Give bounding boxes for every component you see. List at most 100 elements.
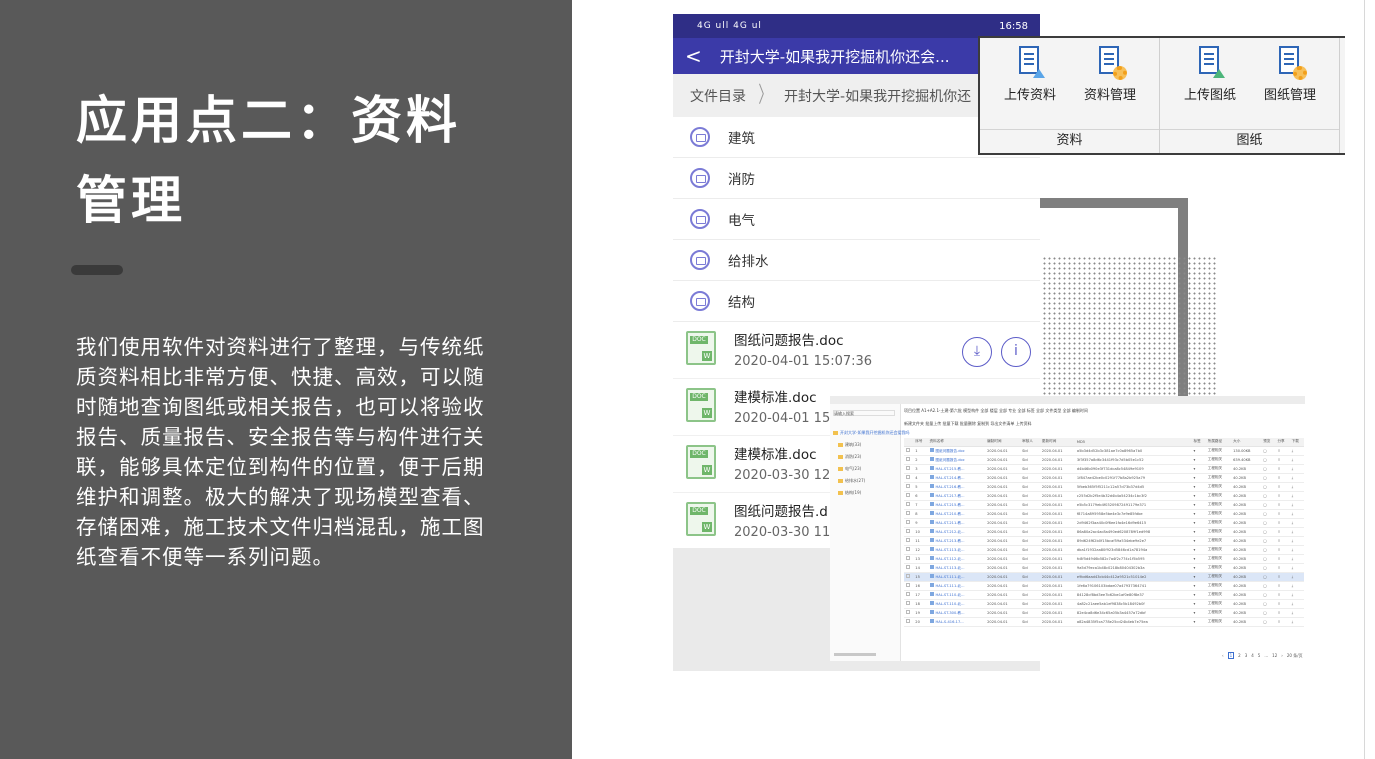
table-row[interactable]: 4 HAL-ST-214-教... 2020.04.01 Sid 2020.04.01 1… <box>904 473 1304 483</box>
tree-node[interactable]: 给排水(27) <box>838 478 865 484</box>
row-checkbox-cell[interactable] <box>904 563 914 573</box>
preview-icon[interactable]: ▢ <box>1261 563 1276 573</box>
share-icon[interactable]: ⇧ <box>1275 518 1290 528</box>
preview-icon[interactable]: ▢ <box>1261 455 1276 465</box>
action-bar[interactable]: 新建文件夹 批量上传 批量下载 批量删除 复制到 导出文件清单 上传资料 <box>904 421 1303 428</box>
share-icon[interactable]: ⇧ <box>1275 464 1290 474</box>
checkbox[interactable] <box>906 529 910 533</box>
table-row[interactable]: 7 HAL-ST-215-教... 2020.04.01 Sid 2020.04.01 e… <box>904 500 1304 510</box>
pager-item[interactable]: ‹ <box>1222 653 1224 658</box>
table-row[interactable]: 18 HAL-ST-110-北... 2020.04.01 Sid 2020.04.01… <box>904 599 1304 609</box>
preview-icon[interactable]: ▢ <box>1261 590 1276 600</box>
row-checkbox-cell[interactable] <box>904 599 914 609</box>
tree-node[interactable]: 消防(23) <box>838 454 861 460</box>
info-icon[interactable]: i <box>1001 337 1031 367</box>
table-row[interactable]: 13 HAL-ST-112-北... 2020.04.01 Sid 2020.04.01… <box>904 554 1304 564</box>
row-checkbox-cell[interactable] <box>904 518 914 528</box>
download-icon[interactable]: ⤓ <box>1289 554 1304 564</box>
download-icon[interactable]: ⤓ <box>1289 455 1304 465</box>
row-checkbox-cell[interactable] <box>904 473 914 483</box>
preview-icon[interactable]: ▢ <box>1261 509 1276 519</box>
tree-node[interactable]: 开封大学-如果我开挖掘机你还会爱我吗 <box>833 430 909 436</box>
table-row[interactable]: 14 HAL-ST-113-北... 2020.04.01 Sid 2020.04.01… <box>904 563 1304 573</box>
share-icon[interactable]: ⇧ <box>1275 608 1290 618</box>
table-row[interactable]: 12 HAL-ST-113-北... 2020.04.01 Sid 2020.04.01… <box>904 545 1304 555</box>
share-icon[interactable]: ⇧ <box>1275 491 1290 501</box>
share-icon[interactable]: ⇧ <box>1275 536 1290 546</box>
folder-item[interactable]: 电气 <box>673 199 1040 240</box>
row-checkbox-cell[interactable] <box>904 509 914 519</box>
tree-search-input[interactable]: 请输入搜索 <box>833 410 895 416</box>
share-icon[interactable]: ⇧ <box>1275 563 1290 573</box>
checkbox[interactable] <box>906 493 910 497</box>
share-icon[interactable]: ⇧ <box>1275 545 1290 555</box>
download-icon[interactable]: ⤓ <box>1289 545 1304 555</box>
table-row[interactable]: 19 HAL-ST-300-教... 2020.04.01 Sid 2020.04.01… <box>904 608 1304 618</box>
pager-item[interactable]: ... <box>1264 653 1268 658</box>
share-icon[interactable]: ⇧ <box>1275 572 1290 582</box>
folder-item[interactable]: 结构 <box>673 281 1040 322</box>
breadcrumb-root[interactable]: 文件目录 <box>690 86 746 106</box>
row-checkbox-cell[interactable] <box>904 617 914 627</box>
back-arrow-icon[interactable]: < <box>685 46 702 66</box>
table-row[interactable]: 8 HAL-ST-210-教... 2020.04.01 Sid 2020.04.01 f… <box>904 509 1304 519</box>
checkbox[interactable] <box>906 592 910 596</box>
breadcrumb-current[interactable]: 开封大学-如果我开挖掘机你还 <box>784 86 971 106</box>
pager-item[interactable]: 4 <box>1251 653 1254 658</box>
checkbox[interactable] <box>906 556 910 560</box>
checkbox[interactable] <box>906 520 910 524</box>
preview-icon[interactable]: ▢ <box>1261 500 1276 510</box>
table-row[interactable]: 5 HAL-ST-216-教... 2020.04.01 Sid 2020.04.01 5… <box>904 482 1304 492</box>
checkbox[interactable] <box>906 457 910 461</box>
table-row[interactable]: 11 HAL-ST-213-教... 2020.04.01 Sid 2020.04.01… <box>904 536 1304 546</box>
preview-icon[interactable]: ▢ <box>1261 599 1276 609</box>
preview-icon[interactable]: ▢ <box>1261 545 1276 555</box>
tree-node[interactable]: 建筑(33) <box>838 442 861 448</box>
checkbox[interactable] <box>906 547 910 551</box>
row-checkbox-cell[interactable] <box>904 572 914 582</box>
row-checkbox-cell[interactable] <box>904 491 914 501</box>
download-icon[interactable]: ⤓ <box>1289 464 1304 474</box>
checkbox[interactable] <box>906 448 910 452</box>
preview-icon[interactable]: ▢ <box>1261 572 1276 582</box>
download-icon[interactable]: ⤓ <box>1289 482 1304 492</box>
preview-icon[interactable]: ▢ <box>1261 464 1276 474</box>
share-icon[interactable]: ⇧ <box>1275 455 1290 465</box>
download-icon[interactable]: ⤓ <box>1289 581 1304 591</box>
checkbox[interactable] <box>906 511 910 515</box>
share-icon[interactable]: ⇧ <box>1275 509 1290 519</box>
folder-item[interactable]: 消防 <box>673 158 1040 199</box>
checkbox[interactable] <box>906 466 910 470</box>
download-icon[interactable]: ⤓ <box>1289 509 1304 519</box>
pager-item[interactable]: 20 条/页 <box>1287 653 1303 658</box>
horizontal-scrollbar[interactable] <box>834 653 876 656</box>
download-icon[interactable]: ⤓ <box>1289 473 1304 483</box>
table-row[interactable]: 6 HAL-ST-217-教... 2020.04.01 Sid 2020.04.01 c… <box>904 491 1304 501</box>
pager-item[interactable]: 1 <box>1227 652 1235 659</box>
row-checkbox-cell[interactable] <box>904 455 914 465</box>
table-row[interactable]: 1 图纸问题报告.doc 2020.04.01 Sid 2020.04.01 a5b3d4… <box>904 446 1304 456</box>
preview-icon[interactable]: ▢ <box>1261 482 1276 492</box>
share-icon[interactable]: ⇧ <box>1275 581 1290 591</box>
preview-icon[interactable]: ▢ <box>1261 581 1276 591</box>
pager-item[interactable]: 5 <box>1258 653 1261 658</box>
row-checkbox-cell[interactable] <box>904 590 914 600</box>
checkbox[interactable] <box>906 583 910 587</box>
checkbox[interactable] <box>906 565 910 569</box>
download-icon[interactable]: ⤓ <box>1289 599 1304 609</box>
download-icon[interactable]: ⤓ <box>1289 518 1304 528</box>
share-icon[interactable]: ⇧ <box>1275 554 1290 564</box>
row-checkbox-cell[interactable] <box>904 536 914 546</box>
download-icon[interactable]: ⤓ <box>1289 617 1304 627</box>
share-icon[interactable]: ⇧ <box>1275 527 1290 537</box>
checkbox[interactable] <box>906 610 910 614</box>
manage-drawings-button[interactable]: 图纸管理 <box>1254 46 1326 103</box>
checkbox[interactable] <box>906 484 910 488</box>
row-checkbox-cell[interactable] <box>904 608 914 618</box>
preview-icon[interactable]: ▢ <box>1261 608 1276 618</box>
row-checkbox-cell[interactable] <box>904 581 914 591</box>
table-row[interactable]: 16 HAL-ST-111-北... 2020.04.01 Sid 2020.04.01… <box>904 581 1304 591</box>
preview-icon[interactable]: ▢ <box>1261 617 1276 627</box>
select-all-checkbox[interactable] <box>904 438 914 447</box>
checkbox[interactable] <box>906 538 910 542</box>
